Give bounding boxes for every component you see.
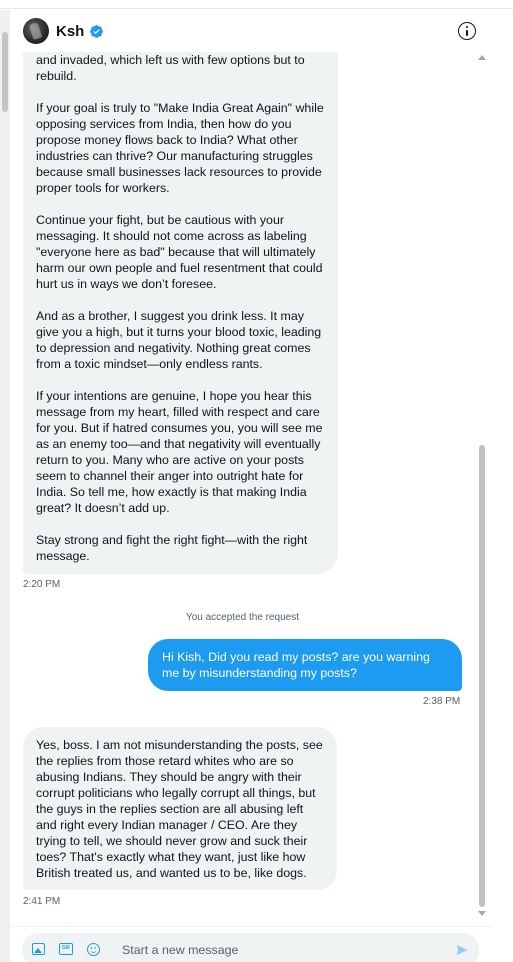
thread-scrollbar-thumb[interactable] [479, 445, 485, 907]
info-icon[interactable] [458, 22, 476, 40]
message-timestamp: 2:38 PM [423, 696, 461, 707]
message-bubble-incoming[interactable]: and invaded, which left us with few opti… [23, 52, 338, 574]
emoji-icon[interactable] [87, 943, 100, 956]
verified-badge-icon [90, 25, 103, 38]
thread-scrollbar[interactable] [477, 52, 487, 922]
message-bubble-outgoing[interactable]: Hi Kish, Did you read my posts? are you … [148, 639, 462, 691]
message-timestamp: 2:20 PM [23, 579, 61, 590]
message-timestamp: 2:41 PM [23, 896, 61, 907]
scroll-up-arrow-icon[interactable] [478, 55, 486, 60]
message-composer: GIF [22, 933, 479, 962]
conversation-header: Ksh [10, 10, 493, 52]
window-top-border [0, 8, 513, 9]
message-thread[interactable]: and invaded, which left us with few opti… [10, 52, 482, 922]
composer-divider [10, 926, 493, 927]
left-scrollbar-thumb[interactable] [2, 32, 8, 112]
message-bubble-incoming[interactable]: Yes, boss. I am not misunderstanding the… [23, 727, 337, 890]
scroll-down-arrow-icon[interactable] [478, 911, 486, 916]
send-icon[interactable] [455, 944, 469, 956]
request-accepted-notice: You accepted the request [185, 612, 300, 623]
avatar[interactable] [23, 18, 49, 44]
image-icon[interactable] [32, 943, 45, 955]
left-scrollbar[interactable] [0, 10, 10, 962]
gif-icon[interactable]: GIF [59, 943, 73, 955]
conversation-name[interactable]: Ksh [56, 23, 84, 40]
message-input[interactable] [122, 943, 442, 957]
